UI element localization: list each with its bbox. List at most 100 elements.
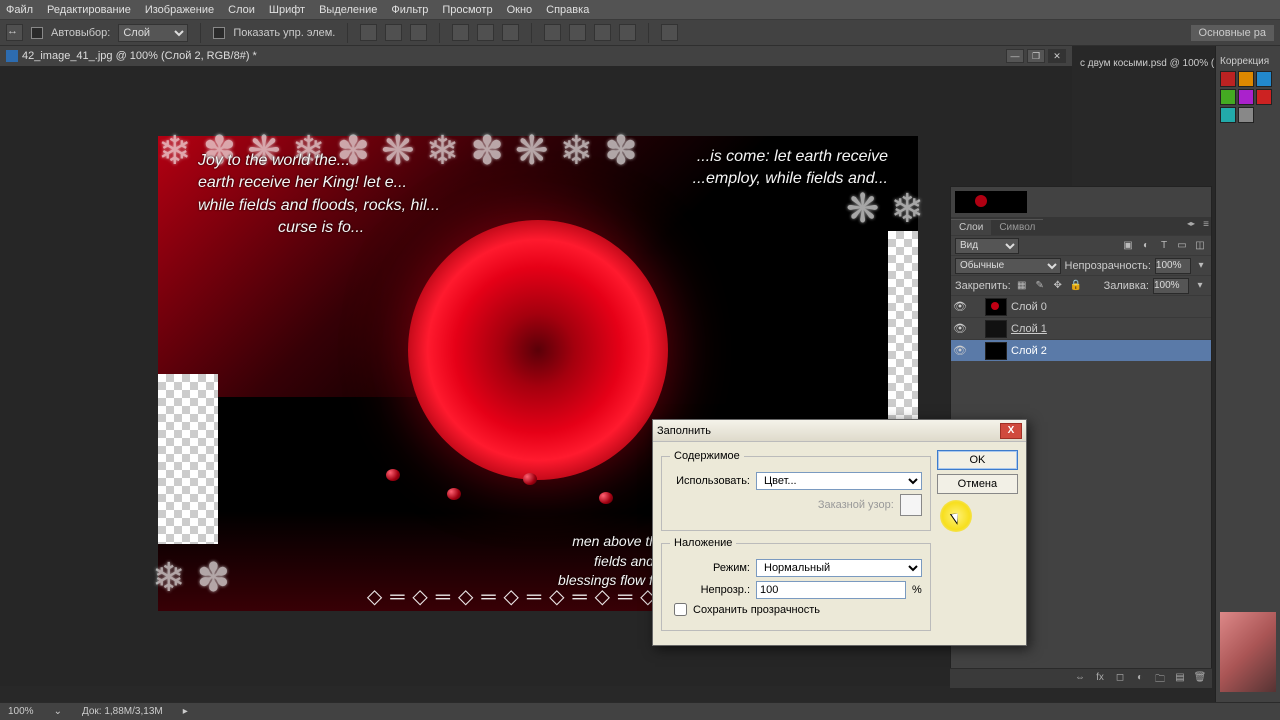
filter-smart-icon[interactable]: ◫ [1193,239,1207,253]
filter-adjust-icon[interactable]: ◐ [1139,239,1153,253]
layer-name[interactable]: Слой 1 [1011,323,1047,335]
blend-mode-dropdown[interactable]: Обычные [955,258,1061,274]
visibility-icon[interactable]: 👁 [953,322,967,335]
layer-thumbnail[interactable] [985,320,1007,338]
lock-position-icon[interactable]: ✥ [1051,279,1065,293]
navigator-thumbnail[interactable] [951,187,1211,217]
distribute-3-icon[interactable] [594,24,611,41]
zoom-level[interactable]: 100% [8,706,34,717]
lace-ornament-bl: ❄ ✽ [152,555,230,601]
fill-dropdown-icon[interactable]: ▾ [1193,279,1207,293]
autoselect-dropdown[interactable]: Слой [118,24,188,42]
document-titlebar[interactable]: 42_image_41_.jpg @ 100% (Слой 2, RGB/8#)… [0,46,1072,66]
ok-button[interactable]: OK [937,450,1018,470]
layer-row[interactable]: 👁 Слой 2 [951,339,1211,361]
dialog-titlebar[interactable]: Заполнить X [653,420,1026,442]
align-vcenter-icon[interactable] [477,24,494,41]
mode-label: Режим: [670,562,750,574]
workspace-switcher[interactable]: Основные ра [1191,25,1274,41]
layer-style-icon[interactable]: fx [1092,672,1108,686]
fill-input[interactable] [1153,278,1189,294]
fill-label: Заливка: [1104,280,1149,292]
window-minimize-button[interactable]: — [1006,49,1024,63]
filter-shape-icon[interactable]: ▭ [1175,239,1189,253]
autoselect-checkbox[interactable] [31,27,43,39]
use-label: Использовать: [670,475,750,487]
align-bottom-icon[interactable] [502,24,519,41]
fill-dialog: Заполнить X Содержимое Использовать: Цве… [652,419,1027,646]
layer-name[interactable]: Слой 0 [1011,301,1047,313]
adjustment-layer-icon[interactable]: ◐ [1132,672,1148,686]
swatch[interactable] [1238,71,1254,87]
layer-row[interactable]: 👁 Слой 0 [951,295,1211,317]
swatch[interactable] [1256,71,1272,87]
panel-menu-icon[interactable]: ≡ [1203,219,1209,230]
layer-mask-icon[interactable]: ◻ [1112,672,1128,686]
menu-filter[interactable]: Фильтр [391,4,428,16]
window-close-button[interactable]: ✕ [1048,49,1066,63]
panel-collapse-icon[interactable]: ◂▸ [1187,219,1195,228]
distribute-4-icon[interactable] [619,24,636,41]
menu-image[interactable]: Изображение [145,4,214,16]
layer-filter-dropdown[interactable]: Вид [955,238,1019,254]
tab-symbol[interactable]: Символ [991,219,1043,235]
lock-pixels-icon[interactable]: ✎ [1033,279,1047,293]
visibility-icon[interactable]: 👁 [953,300,967,313]
align-top-icon[interactable] [452,24,469,41]
menu-window[interactable]: Окно [507,4,533,16]
swatch[interactable] [1220,89,1236,105]
move-tool-icon[interactable]: ↔ [6,24,23,41]
menu-select[interactable]: Выделение [319,4,377,16]
preview-thumbnail[interactable] [1220,612,1276,692]
new-layer-icon[interactable]: ▤ [1172,672,1188,686]
dialog-close-button[interactable]: X [1000,423,1022,439]
menu-edit[interactable]: Редактирование [47,4,131,16]
main-menu: Файл Редактирование Изображение Слои Шри… [0,0,1280,20]
filter-type-icon[interactable]: T [1157,239,1171,253]
menu-layer[interactable]: Слои [228,4,255,16]
zoom-dropdown-icon[interactable]: ⌄ [54,706,62,717]
percent-sign: % [912,584,922,596]
menu-file[interactable]: Файл [6,4,33,16]
layer-thumbnail[interactable] [985,342,1007,360]
lock-all-icon[interactable]: 🔒 [1069,279,1083,293]
dialog-opacity-input[interactable] [756,581,906,599]
layer-name[interactable]: Слой 2 [1011,345,1047,357]
script-text-tl: Joy to the world the...earth receive her… [198,150,440,240]
distribute-v-icon[interactable] [569,24,586,41]
distribute-h-icon[interactable] [544,24,561,41]
layer-row[interactable]: 👁 Слой 1 [951,317,1211,339]
auto-align-icon[interactable] [661,24,678,41]
showcontrols-checkbox[interactable] [213,27,225,39]
menu-help[interactable]: Справка [546,4,589,16]
ps-file-icon [6,50,18,62]
swatch[interactable] [1220,107,1236,123]
align-left-icon[interactable] [360,24,377,41]
layer-thumbnail[interactable] [985,298,1007,316]
window-maximize-button[interactable]: ❐ [1027,49,1045,63]
menu-view[interactable]: Просмотр [442,4,492,16]
swatch[interactable] [1220,71,1236,87]
lock-label: Закрепить: [955,280,1011,292]
visibility-icon[interactable]: 👁 [953,344,967,357]
delete-layer-icon[interactable]: 🗑 [1192,672,1208,686]
tab-layers[interactable]: Слои [951,219,991,235]
align-right-icon[interactable] [410,24,427,41]
opacity-dropdown-icon[interactable]: ▾ [1195,259,1207,273]
opacity-input[interactable] [1155,258,1191,274]
align-hcenter-icon[interactable] [385,24,402,41]
use-dropdown[interactable]: Цвет... [756,472,922,490]
filter-image-icon[interactable]: ▣ [1121,239,1135,253]
mode-dropdown[interactable]: Нормальный [756,559,922,577]
status-menu-icon[interactable]: ▸ [183,706,188,717]
layer-group-icon[interactable]: 🗀 [1152,672,1168,686]
swatch[interactable] [1238,89,1254,105]
link-layers-icon[interactable]: ⇔ [1072,672,1088,686]
cancel-button[interactable]: Отмена [937,474,1018,494]
lock-transparency-icon[interactable]: ▦ [1015,279,1029,293]
preserve-transparency-checkbox[interactable] [674,603,687,616]
content-group: Содержимое Использовать: Цвет... Заказно… [661,450,931,531]
menu-type[interactable]: Шрифт [269,4,305,16]
swatch[interactable] [1256,89,1272,105]
swatch[interactable] [1238,107,1254,123]
